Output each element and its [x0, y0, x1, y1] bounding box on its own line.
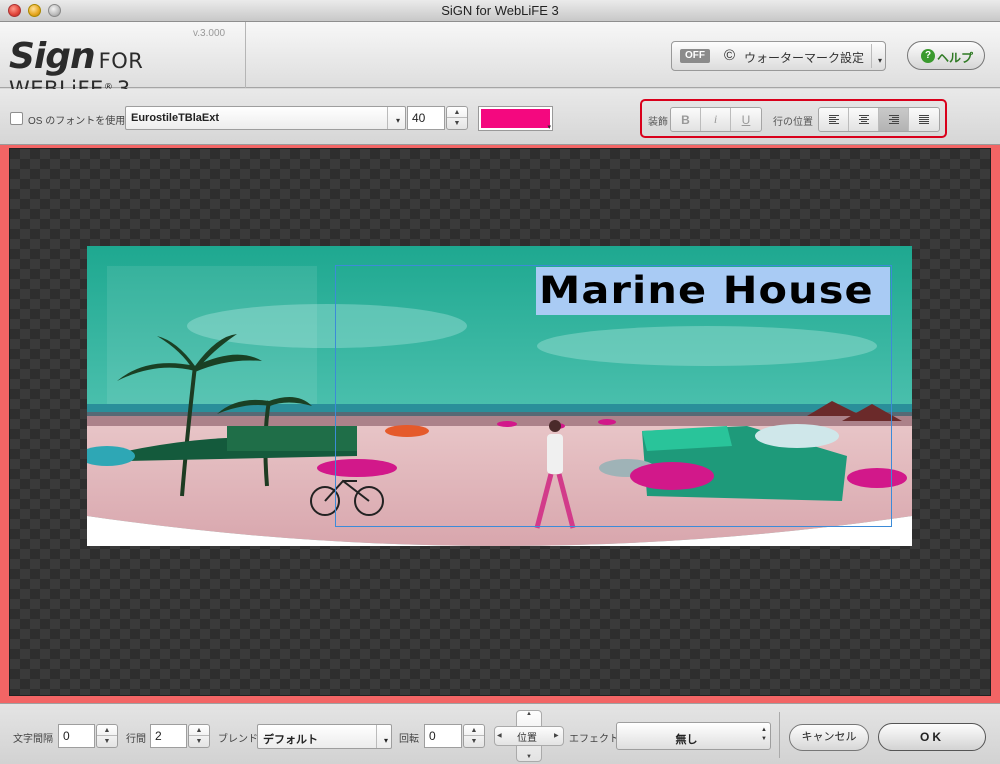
- line-spacing-label: 行間: [126, 734, 146, 745]
- cancel-button[interactable]: キャンセル: [789, 724, 869, 751]
- arrow-left-icon[interactable]: ◀: [497, 732, 502, 739]
- title-bar: SiGN for WebLiFE 3: [0, 0, 1000, 22]
- blend-value: デフォルト: [263, 734, 318, 746]
- help-button[interactable]: ? ヘルプ: [907, 41, 985, 70]
- font-size-input[interactable]: 40: [407, 106, 445, 130]
- style-segment: B i U: [670, 107, 762, 132]
- os-font-checkbox[interactable]: [10, 112, 23, 125]
- alignment-segment: [818, 107, 940, 132]
- stepper-down-icon[interactable]: ▼: [189, 736, 209, 747]
- arrow-down-icon[interactable]: ▼: [526, 754, 532, 760]
- text-color-picker[interactable]: ▾: [478, 106, 553, 131]
- ok-button[interactable]: OK: [878, 723, 986, 751]
- stepper-up-icon[interactable]: ▲: [97, 725, 117, 736]
- dropdown-divider: [376, 725, 377, 748]
- char-spacing-label: 文字間隔: [13, 734, 53, 745]
- position-label: 位置: [517, 733, 537, 744]
- divider: [779, 712, 780, 758]
- text-toolbar: OS のフォントを使用 EurostileTBlaExt ▾ 40 ▲ ▼ ▾ …: [0, 89, 1000, 145]
- align-right-icon: [888, 115, 899, 124]
- decoration-group: 装飾 B i U 行の位置: [640, 99, 947, 138]
- bold-button[interactable]: B: [671, 108, 701, 131]
- help-label: ヘルプ: [937, 51, 974, 65]
- blend-select[interactable]: デフォルト ▾: [257, 724, 392, 749]
- blend-label: ブレンド: [218, 734, 258, 745]
- rotation-label: 回転: [399, 734, 419, 745]
- align-justify-icon: [919, 115, 929, 124]
- copyright-icon: ©: [724, 47, 736, 64]
- stepper-up-icon[interactable]: ▲: [447, 107, 467, 118]
- stepper-down-icon[interactable]: ▼: [464, 736, 484, 747]
- stepper-up-icon[interactable]: ▲: [464, 725, 484, 736]
- underline-button[interactable]: U: [731, 108, 761, 131]
- watermark-label: ウォーターマーク設定: [744, 51, 865, 65]
- rotation-stepper[interactable]: ▲ ▼: [463, 724, 485, 748]
- arrow-up-icon[interactable]: ▲: [526, 711, 532, 717]
- align-left-button[interactable]: [819, 108, 849, 131]
- watermark-off-toggle[interactable]: OFF: [680, 49, 710, 63]
- watermark-settings-button[interactable]: OFF © ウォーターマーク設定 ▾: [671, 41, 886, 71]
- font-name-value: EurostileTBlaExt: [131, 112, 220, 124]
- brand-area: v.3.000 SignFOR WEBLiFE®3: [0, 22, 246, 101]
- app-header: v.3.000 SignFOR WEBLiFE®3 OFF © ウォーターマーク…: [0, 22, 1000, 101]
- editing-canvas[interactable]: Marine House: [9, 148, 991, 696]
- arrow-right-icon[interactable]: ▶: [554, 732, 559, 739]
- align-justify-button[interactable]: [909, 108, 939, 131]
- line-spacing-input[interactable]: 2: [150, 724, 187, 748]
- position-dpad: ▲ ▼ ◀ ▶ 位置: [494, 710, 564, 762]
- stepper-down-icon[interactable]: ▼: [447, 118, 467, 129]
- font-size-stepper[interactable]: ▲ ▼: [446, 106, 468, 130]
- bottom-bar: 文字間隔 0 ▲ ▼ 行間 2 ▲ ▼ ブレンド デフォルト ▾ 回転 0 ▲ …: [0, 703, 1000, 764]
- font-select[interactable]: EurostileTBlaExt ▾: [125, 106, 406, 130]
- canvas-frame: Marine House: [0, 145, 1000, 703]
- chevron-down-icon: ▾: [395, 116, 400, 125]
- effect-label: エフェクト: [569, 734, 619, 745]
- os-font-label: OS のフォントを使用: [28, 116, 126, 127]
- banner-title-text[interactable]: Marine House: [539, 269, 874, 312]
- effect-select[interactable]: 無し ▲ ▼: [616, 722, 771, 750]
- chevron-down-icon: ▾: [547, 124, 551, 131]
- line-position-label: 行の位置: [773, 117, 813, 128]
- char-spacing-stepper[interactable]: ▲ ▼: [96, 724, 118, 748]
- char-spacing-input[interactable]: 0: [58, 724, 95, 748]
- updown-icon: ▲ ▼: [761, 727, 767, 742]
- chevron-down-icon: ▾: [383, 736, 388, 745]
- dropdown-divider: [871, 44, 872, 68]
- italic-button[interactable]: i: [701, 108, 731, 131]
- rotation-input[interactable]: 0: [424, 724, 462, 748]
- decoration-label: 装飾: [648, 117, 668, 128]
- effect-value: 無し: [675, 734, 698, 746]
- chevron-down-icon[interactable]: ▾: [878, 56, 882, 65]
- align-center-button[interactable]: [849, 108, 879, 131]
- line-spacing-stepper[interactable]: ▲ ▼: [188, 724, 210, 748]
- dropdown-divider: [387, 107, 388, 129]
- stepper-up-icon[interactable]: ▲: [189, 725, 209, 736]
- stepper-down-icon[interactable]: ▼: [97, 736, 117, 747]
- window-title: SiGN for WebLiFE 3: [441, 3, 559, 18]
- align-right-button[interactable]: [879, 108, 909, 131]
- align-left-icon: [828, 115, 839, 124]
- banner-image[interactable]: Marine House: [87, 246, 912, 546]
- color-fill: [481, 109, 550, 128]
- question-icon: ?: [921, 49, 935, 63]
- align-center-icon: [858, 115, 869, 124]
- logo-main: Sign: [9, 36, 96, 77]
